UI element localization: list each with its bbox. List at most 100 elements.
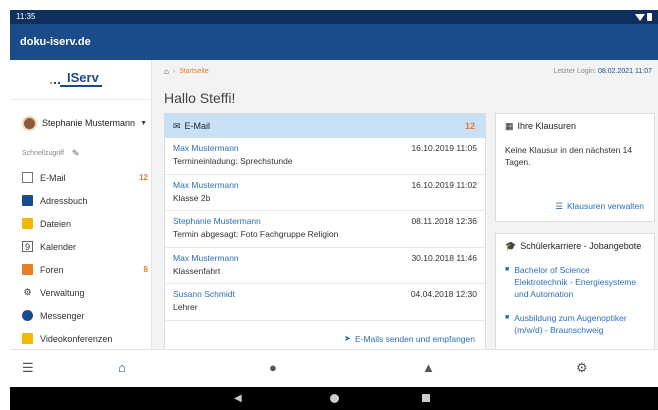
sidebar-item-messenger[interactable]: Messenger xyxy=(22,304,148,327)
mail-icon xyxy=(22,172,33,183)
list-item[interactable]: Max Mustermann 30.10.2018 11:46 Klassenf… xyxy=(165,248,485,284)
app-title: doku-iserv.de xyxy=(20,36,91,48)
send-icon: ➤ xyxy=(343,333,351,343)
home-button-icon[interactable] xyxy=(330,394,339,403)
quick-access-label: Schnellzugriff xyxy=(22,150,64,157)
exams-panel: ▦ Ihre Klausuren Keine Klausur in den nä… xyxy=(495,113,655,222)
bullet-icon: ■ xyxy=(505,314,510,321)
android-navigation-bar: ◀ xyxy=(10,387,658,410)
job-link[interactable]: ■ Bachelor of Science Elektrotechnik - E… xyxy=(505,264,645,300)
job-link[interactable]: ■ Ausbildung zum Augenoptiker (m/w/d) - … xyxy=(505,312,645,336)
sidebar-item-files[interactable]: Dateien xyxy=(22,212,148,235)
sidebar-item-forums[interactable]: Foren 8 xyxy=(22,258,148,281)
bottom-navigation: ☰ ⌂ ● ▲ ⚙ xyxy=(10,349,658,387)
battery-icon xyxy=(647,13,652,21)
device-screen: 11:35 doku-iserv.de IServ Stephanie Must… xyxy=(10,10,658,410)
job-title: Bachelor of Science Elektrotechnik - Ene… xyxy=(514,265,637,299)
mail-count-badge: 12 xyxy=(464,121,475,131)
mail-date: 30.10.2018 11:46 xyxy=(411,252,477,263)
folder-icon xyxy=(22,218,33,229)
home-icon[interactable]: ⌂ xyxy=(118,360,126,375)
list-item[interactable]: Stephanie Mustermann 08.11.2018 12:36 Te… xyxy=(165,211,485,248)
mail-date: 04.04.2018 12:30 xyxy=(410,289,477,299)
mail-date: 16.10.2019 11:02 xyxy=(411,179,477,190)
status-time: 11:35 xyxy=(16,12,36,21)
list-item[interactable]: Max Mustermann 16.10.2019 11:02 Klasse 2… xyxy=(165,175,485,211)
app-bar: doku-iserv.de xyxy=(10,24,658,60)
sidebar-item-label: Messenger xyxy=(40,310,85,321)
career-title-text: Schülerkarriere - Jobangebote xyxy=(520,241,642,251)
mail-subject: Termin abgesagt: Foto Fachgruppe Religio… xyxy=(173,229,339,239)
career-title: 🎓 Schülerkarriere - Jobangebote xyxy=(505,241,645,252)
sidebar-item-administration[interactable]: ⚙ Verwaltung xyxy=(22,281,148,304)
page-title: Hallo Steffi! xyxy=(164,90,236,106)
exams-message: Keine Klausur in den nächsten 14 Tagen. xyxy=(505,145,633,167)
logo-text: IServ xyxy=(67,70,99,85)
mail-date: 16.10.2019 11:05 xyxy=(411,143,477,153)
user-menu[interactable]: Stephanie Mustermann ▼ xyxy=(22,112,150,134)
exams-title: ▦ Ihre Klausuren xyxy=(505,121,645,132)
list-icon: ☰ xyxy=(555,201,563,211)
iserv-logo[interactable]: IServ xyxy=(10,60,151,100)
list-item[interactable]: Max Mustermann 16.10.2019 11:05 Terminei… xyxy=(165,138,485,175)
envelope-icon: ✉ xyxy=(173,120,181,131)
graduation-cap-icon: 🎓 xyxy=(505,241,517,251)
bell-icon[interactable]: ▲ xyxy=(422,360,435,375)
sidebar-item-label: Kalender xyxy=(40,241,77,252)
logo-underline xyxy=(60,85,102,87)
messenger-icon xyxy=(22,310,33,321)
user-name: Stephanie Mustermann xyxy=(42,118,136,128)
sidebar-nav: E-Mail 12 Adressbuch Dateien 9 Kalender … xyxy=(22,166,148,349)
sidebar-item-label: Foren xyxy=(40,264,64,275)
breadcrumb-current[interactable]: Startseite xyxy=(179,68,209,75)
mail-subject: Klasse 2b xyxy=(173,192,211,203)
mail-subject: Lehrer xyxy=(173,302,198,312)
sidebar-item-videoconferences[interactable]: Videokonferenzen xyxy=(22,327,148,349)
chat-icon[interactable]: ● xyxy=(269,360,277,375)
calendar-icon: 9 xyxy=(22,241,33,252)
manage-exams-link[interactable]: ☰ Klausuren verwalten xyxy=(555,201,644,212)
sidebar-item-addressbook[interactable]: Adressbuch xyxy=(22,189,148,212)
sidebar-item-label: Verwaltung xyxy=(40,287,85,298)
recent-apps-icon[interactable] xyxy=(422,394,430,402)
career-panel: 🎓 Schülerkarriere - Jobangebote ■ Bachel… xyxy=(495,233,655,349)
mail-panel: ✉ E-Mail 12 Max Mustermann 16.10.2019 11… xyxy=(164,113,486,349)
sidebar-item-label: Dateien xyxy=(40,218,72,229)
mail-date: 08.11.2018 12:36 xyxy=(411,216,477,226)
gear-icon: ⚙ xyxy=(23,287,32,297)
last-login-label: Letzter Login: xyxy=(553,68,597,75)
quick-access: Schnellzugriff ✎ xyxy=(22,148,79,159)
mail-subject: Termineinladung: Sprechstunde xyxy=(173,156,293,166)
menu-icon[interactable]: ☰ xyxy=(22,360,34,376)
job-title: Ausbildung zum Augenoptiker (m/w/d) - Br… xyxy=(514,313,627,335)
list-item[interactable]: Susann Schmidt 04.04.2018 12:30 Lehrer xyxy=(165,284,485,321)
logo-dots xyxy=(50,82,60,84)
sidebar-item-label: Videokonferenzen xyxy=(40,333,113,344)
sidebar-item-label: Adressbuch xyxy=(40,195,88,206)
manage-exams-label: Klausuren verwalten xyxy=(566,201,644,211)
mail-panel-header[interactable]: ✉ E-Mail 12 xyxy=(165,114,485,138)
forum-count-badge: 8 xyxy=(143,265,148,274)
send-receive-link[interactable]: ➤ E-Mails senden und empfangen xyxy=(344,333,475,344)
avatar xyxy=(22,115,37,131)
system-icons xyxy=(635,10,652,24)
mail-subject: Klassenfahrt xyxy=(173,265,221,276)
main-content: ⌂ › Startseite Letzter Login: 08.02.2021… xyxy=(153,60,658,349)
back-icon[interactable]: ◀ xyxy=(234,393,242,404)
sidebar-item-calendar[interactable]: 9 Kalender xyxy=(22,235,148,258)
mail-panel-title: E-Mail xyxy=(184,121,211,131)
last-login-date: 08.02.2021 11:07 xyxy=(598,68,652,75)
calendar-icon: ▦ xyxy=(505,121,514,131)
wifi-icon xyxy=(635,13,645,21)
home-icon[interactable]: ⌂ xyxy=(164,67,169,76)
exams-title-text: Ihre Klausuren xyxy=(517,121,577,131)
pencil-icon[interactable]: ✎ xyxy=(72,148,80,159)
caret-down-icon: ▼ xyxy=(140,119,147,127)
last-login: Letzter Login: 08.02.2021 11:07 xyxy=(554,68,652,75)
gear-icon[interactable]: ⚙ xyxy=(576,360,588,376)
forum-icon xyxy=(22,264,33,275)
sidebar-item-label: E-Mail xyxy=(40,172,66,183)
status-bar: 11:35 xyxy=(10,10,658,24)
breadcrumb: ⌂ › Startseite xyxy=(164,67,209,76)
sidebar-item-email[interactable]: E-Mail 12 xyxy=(22,166,148,189)
